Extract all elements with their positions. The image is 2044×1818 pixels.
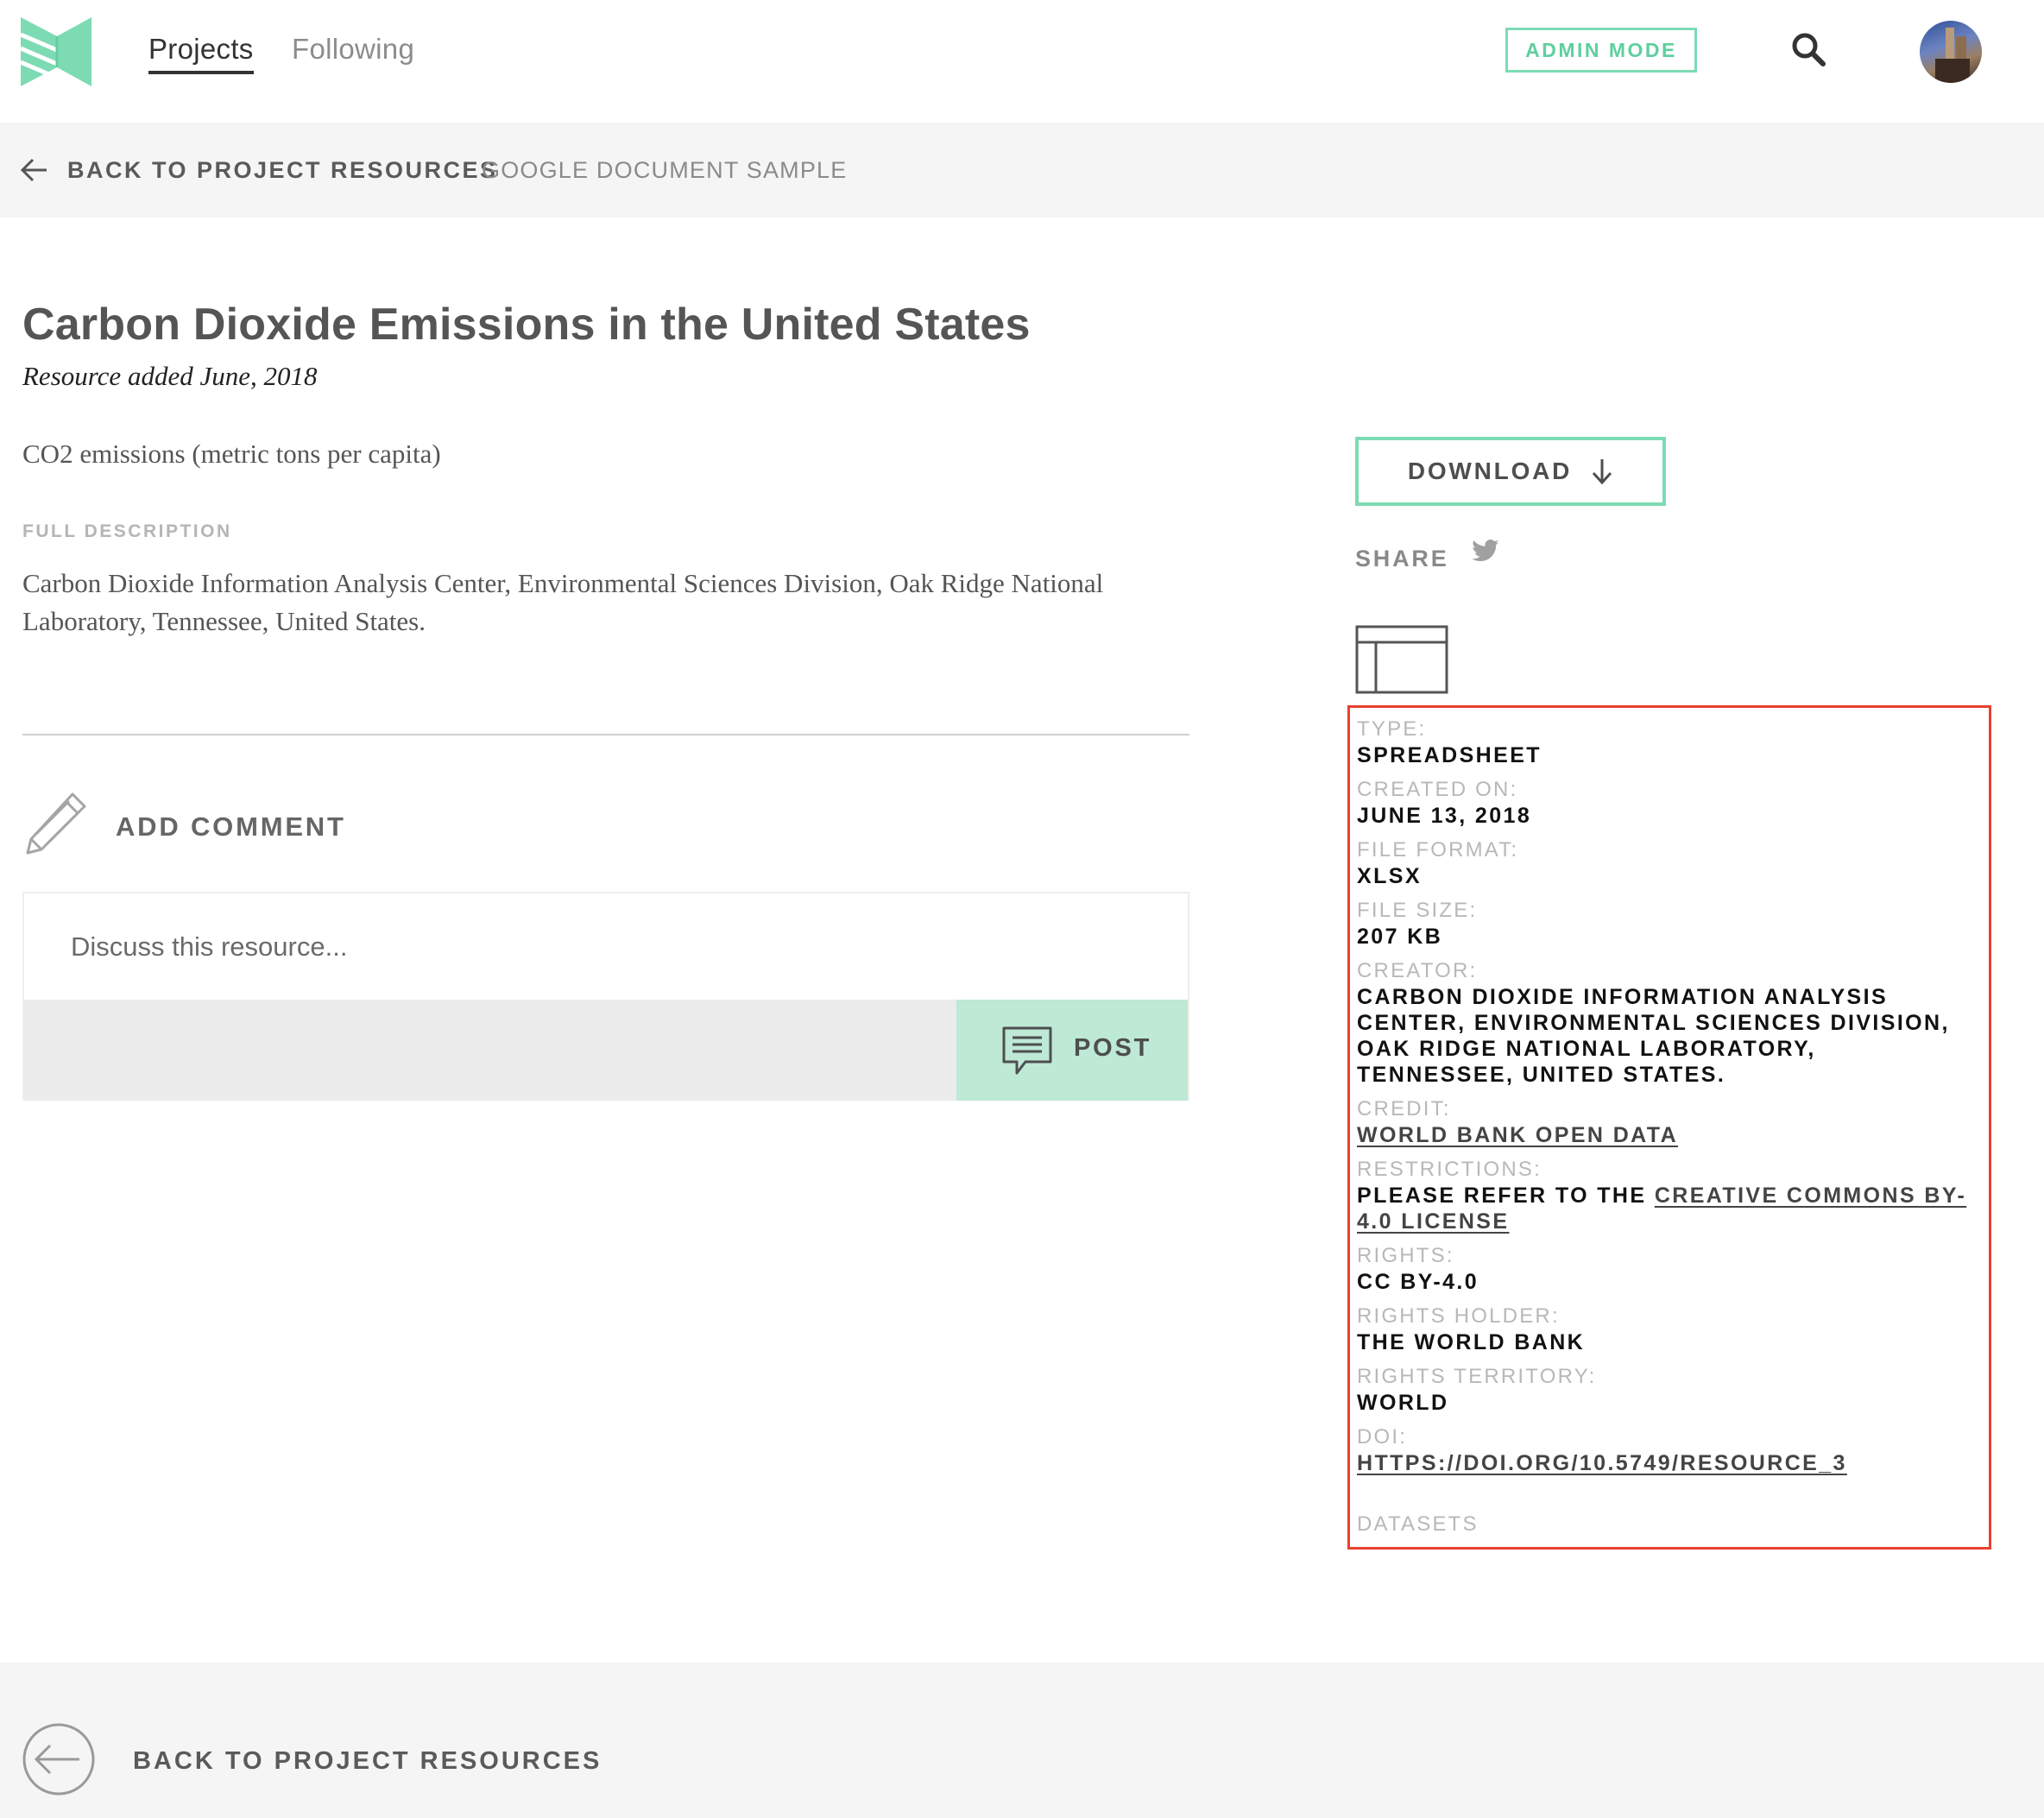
datasets-label: DATASETS	[1357, 1512, 1479, 1536]
meta-rights-value: CC BY-4.0	[1357, 1270, 1479, 1294]
chat-bubble-icon	[1002, 1026, 1052, 1075]
meta-created-label: CREATED ON:	[1357, 778, 1518, 801]
add-comment-heading: ADD COMMENT	[116, 811, 346, 842]
meta-type-label: TYPE:	[1357, 717, 1427, 741]
meta-creator-value: CARBON DIOXIDE INFORMATION ANALYSIS CENT…	[1357, 985, 1950, 1087]
meta-format-value: XLSX	[1357, 864, 1422, 888]
restrictions-text: PLEASE REFER TO THE	[1357, 1184, 1655, 1208]
full-description-label: FULL DESCRIPTION	[22, 521, 232, 541]
meta-restrictions-label: RESTRICTIONS:	[1357, 1158, 1542, 1181]
circle-arrow-left-icon[interactable]	[22, 1723, 95, 1796]
meta-territory-value: WORLD	[1357, 1391, 1449, 1415]
comment-footer: POST	[24, 1000, 1188, 1101]
search-icon[interactable]	[1788, 29, 1828, 69]
comment-form: POST	[22, 892, 1189, 1101]
twitter-icon[interactable]	[1471, 539, 1500, 565]
full-description: Carbon Dioxide Information Analysis Cent…	[22, 568, 1104, 636]
meta-rights-label: RIGHTS:	[1357, 1244, 1454, 1267]
meta-rights-holder-value: THE WORLD BANK	[1357, 1330, 1586, 1354]
nav-following[interactable]: Following	[292, 33, 414, 66]
meta-doi-label: DOI:	[1357, 1425, 1408, 1449]
meta-credit-label: CREDIT:	[1357, 1097, 1451, 1120]
avatar[interactable]	[1920, 21, 1982, 83]
download-label: DOWNLOAD	[1407, 458, 1573, 484]
credit-link[interactable]: WORLD BANK OPEN DATA	[1357, 1123, 1678, 1147]
doi-link[interactable]: HTTPS://DOI.ORG/10.5749/RESOURCE_3	[1357, 1451, 1847, 1475]
page-title: Carbon Dioxide Emissions in the United S…	[22, 300, 1031, 350]
post-label: POST	[1074, 1034, 1152, 1062]
nav-projects[interactable]: Projects	[148, 33, 254, 74]
pencil-icon	[26, 792, 86, 855]
footer: BACK TO PROJECT RESOURCES	[0, 1663, 2044, 1818]
book-logo-icon[interactable]	[21, 17, 91, 86]
meta-doi-value: HTTPS://DOI.ORG/10.5749/RESOURCE_3	[1357, 1450, 1978, 1476]
footer-back-to-project-resources-link[interactable]: BACK TO PROJECT RESOURCES	[133, 1747, 602, 1776]
meta-size-label: FILE SIZE:	[1357, 899, 1478, 922]
meta-size-value: 207 KB	[1357, 925, 1443, 949]
breadcrumb: BACK TO PROJECT RESOURCES GOOGLE DOCUMEN…	[0, 123, 2044, 218]
admin-mode-button[interactable]: ADMIN MODE	[1505, 28, 1697, 73]
comment-input[interactable]	[24, 893, 1188, 1000]
meta-credit-value: WORLD BANK OPEN DATA	[1357, 1122, 1978, 1148]
resource-subtitle: CO2 emissions (metric tons per capita)	[22, 439, 441, 469]
post-button[interactable]: POST	[956, 1000, 1188, 1101]
meta-format-label: FILE FORMAT:	[1357, 838, 1519, 862]
metadata-list: TYPE: SPREADSHEET CREATED ON: JUNE 13, 2…	[1357, 716, 1978, 1485]
spreadsheet-icon	[1355, 625, 1448, 694]
arrow-down-icon	[1593, 459, 1612, 485]
resource-added-date: Resource added June, 2018	[22, 361, 318, 391]
resource-metadata-panel: TYPE: SPREADSHEET CREATED ON: JUNE 13, 2…	[1347, 705, 1991, 1550]
share-label: SHARE	[1355, 546, 1449, 571]
meta-creator-label: CREATOR:	[1357, 959, 1478, 982]
divider	[22, 734, 1189, 735]
meta-rights-holder-label: RIGHTS HOLDER:	[1357, 1304, 1560, 1328]
download-button[interactable]: DOWNLOAD	[1355, 437, 1666, 506]
breadcrumb-current: GOOGLE DOCUMENT SAMPLE	[482, 157, 848, 183]
meta-type-value: SPREADSHEET	[1357, 743, 1542, 767]
meta-created-value: JUNE 13, 2018	[1357, 804, 1532, 828]
back-to-project-resources-link[interactable]: BACK TO PROJECT RESOURCES	[67, 157, 498, 184]
arrow-left-icon[interactable]	[21, 157, 48, 183]
meta-territory-label: RIGHTS TERRITORY:	[1357, 1365, 1597, 1388]
top-navigation: Projects Following ADMIN MODE	[0, 0, 2044, 123]
meta-restrictions-value: PLEASE REFER TO THE CREATIVE COMMONS BY-…	[1357, 1183, 1978, 1234]
avatar-photo-icon	[1935, 28, 1970, 83]
